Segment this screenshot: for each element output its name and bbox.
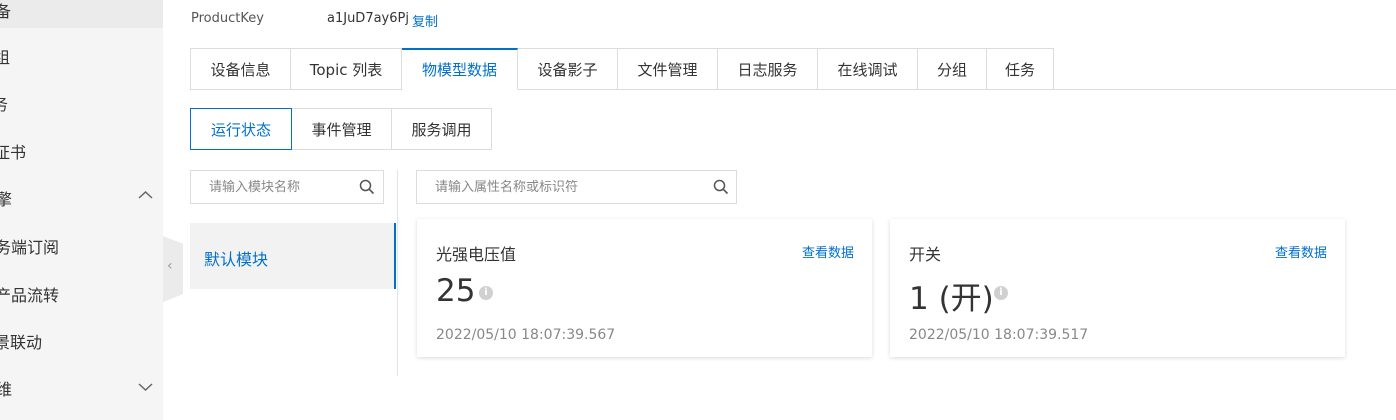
tab-task[interactable]: 任务 [987,48,1054,90]
sidebar-item-label: 备 [0,2,12,21]
module-search-input[interactable] [191,171,359,203]
tab-thing-model-data[interactable]: 物模型数据 [402,48,518,90]
subtab-runtime-status[interactable]: 运行状态 [190,108,292,150]
search-icon[interactable] [359,179,375,195]
sidebar-item-maintenance[interactable]: 维 [0,376,163,400]
chevron-up-icon [138,190,153,199]
property-name: 光强电压值 [436,245,517,264]
tab-topic-list[interactable]: Topic 列表 [291,48,402,90]
property-search-box [416,170,737,204]
search-icon[interactable] [713,179,729,195]
sidebar-item-label: 证书 [0,143,27,162]
sidebar-collapse-handle[interactable]: ‹ [163,236,183,302]
product-key-label: ProductKey [191,11,264,26]
subtab-service-call[interactable]: 服务调用 [392,108,492,150]
view-data-link[interactable]: 查看数据 [802,242,854,261]
sidebar-item-server-subscription[interactable]: 务端订阅 [0,234,59,258]
info-icon[interactable]: i [479,286,493,300]
tab-device-shadow[interactable]: 设备影子 [518,48,618,90]
module-search-box [190,170,384,204]
property-value: 25 [436,273,476,309]
product-key-value: a1JuD7ay6Pj [327,11,409,26]
sidebar-item-task[interactable]: 务 [0,91,8,115]
sidebar-item-data-forwarding[interactable]: 产品流转 [0,282,59,306]
status-subtabs: 运行状态 事件管理 服务调用 [190,108,492,150]
copy-product-key-link[interactable]: 复制 [412,11,438,30]
sidebar-item-rule-engine[interactable]: 擎 [0,186,163,210]
tab-group[interactable]: 分组 [918,48,987,90]
sidebar-item-label: 景联动 [0,333,43,352]
device-tabs: 设备信息 Topic 列表 物模型数据 设备影子 文件管理 日志服务 在线调试 … [190,48,1054,90]
sidebar: 备 组 务 证书 擎 务端订阅 产品流转 景联动 维 [0,0,163,420]
info-icon[interactable]: i [994,286,1008,300]
property-name: 开关 [909,245,942,264]
tab-online-debug[interactable]: 在线调试 [818,48,918,90]
sidebar-item-label: 维 [0,380,13,399]
sidebar-item-label: 务 [0,95,9,114]
property-value: 1 (开) [909,281,994,317]
module-list-item[interactable]: 默认模块 [190,223,396,289]
property-search-input[interactable] [417,171,705,203]
sidebar-item-device[interactable]: 备 [0,0,163,28]
property-card: 光强电压值 查看数据 25 i 2022/05/10 18:07:39.567 [417,219,872,357]
sidebar-item-label: 产品流转 [0,286,60,305]
subtab-event-management[interactable]: 事件管理 [292,108,392,150]
sidebar-item-label: 务端订阅 [0,238,60,257]
property-timestamp: 2022/05/10 18:07:39.567 [436,327,616,343]
sidebar-item-certificate[interactable]: 证书 [0,139,26,163]
tab-file-management[interactable]: 文件管理 [618,48,718,90]
chevron-down-icon [138,383,153,392]
panel-divider [397,170,398,376]
tab-log-service[interactable]: 日志服务 [718,48,818,90]
sidebar-item-group[interactable]: 组 [0,44,10,68]
view-data-link[interactable]: 查看数据 [1275,242,1327,261]
sidebar-item-scene-linkage[interactable]: 景联动 [0,329,42,353]
module-label: 默认模块 [204,250,269,269]
sidebar-item-label: 擎 [0,190,13,209]
chevron-left-icon: ‹ [167,258,173,274]
tab-device-info[interactable]: 设备信息 [190,48,291,90]
sidebar-item-label: 组 [0,48,11,67]
property-timestamp: 2022/05/10 18:07:39.517 [909,327,1089,343]
property-card: 开关 查看数据 1 (开) i 2022/05/10 18:07:39.517 [890,219,1345,357]
